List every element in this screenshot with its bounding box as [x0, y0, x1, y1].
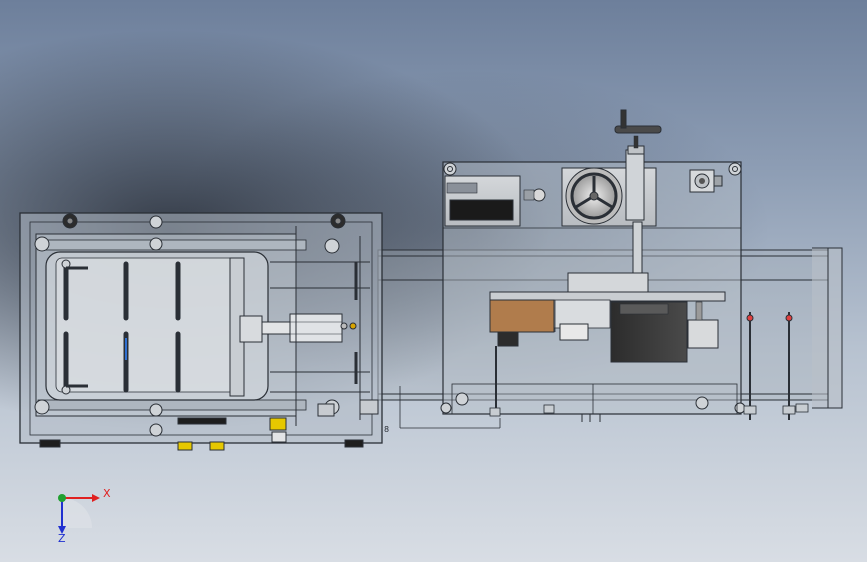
x-axis-arrowhead — [92, 494, 100, 502]
svg-text:8: 8 — [384, 425, 389, 434]
axis-triad: X Z — [58, 487, 111, 545]
left-table-unit: 8 — [19, 212, 389, 451]
cad-viewport[interactable]: 8 X Z — [0, 0, 867, 562]
x-axis-label: X — [103, 487, 111, 500]
y-axis-dot — [58, 494, 66, 502]
z-axis-label: Z — [58, 532, 66, 545]
cad-model-drawing[interactable]: 8 X Z — [0, 0, 867, 562]
